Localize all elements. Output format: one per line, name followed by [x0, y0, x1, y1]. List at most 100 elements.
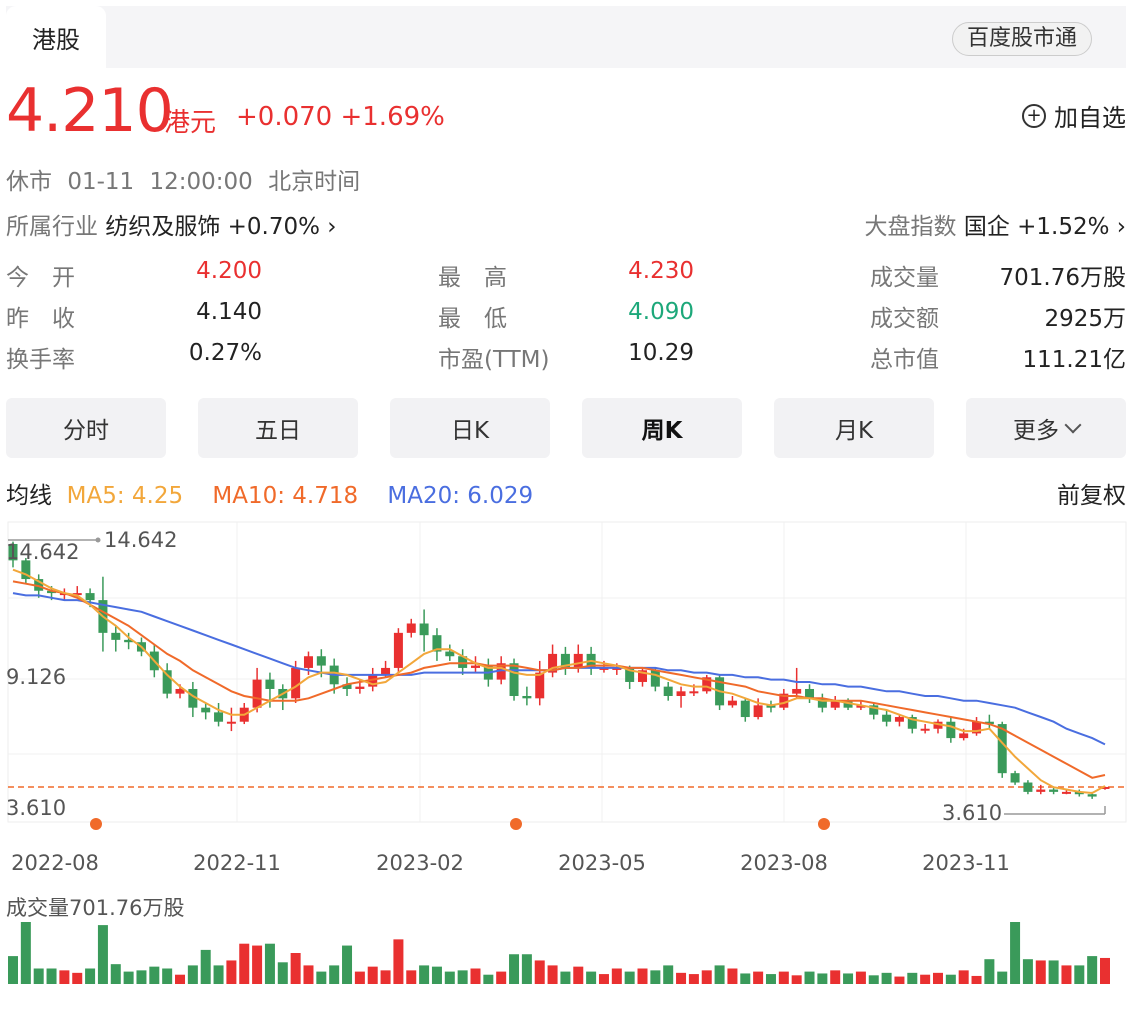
- volume-bar: [740, 973, 751, 984]
- volume-bar: [637, 968, 648, 984]
- candle-body: [1010, 773, 1020, 783]
- period-tab[interactable]: 分时: [6, 398, 166, 458]
- volume-bar: [1061, 965, 1072, 984]
- candle-body: [573, 653, 583, 668]
- candle-body: [920, 728, 930, 731]
- volume-bar: [277, 962, 288, 984]
- volume-bar: [509, 954, 520, 984]
- volume-bar: [945, 974, 956, 984]
- volume-bar: [997, 971, 1008, 984]
- period-tab-label: 更多: [1013, 418, 1059, 444]
- index-change: +1.52%: [1017, 214, 1110, 240]
- volume-bar: [1048, 960, 1059, 984]
- status-time: 01-11 12:00:00: [67, 169, 253, 195]
- volume-bar: [342, 945, 353, 984]
- volume-bar: [444, 971, 455, 984]
- candle-body: [509, 663, 519, 696]
- volume-bar: [727, 968, 738, 984]
- volume-bar: [611, 968, 622, 984]
- volume-bar: [316, 971, 327, 984]
- change-value: +0.070: [236, 102, 333, 132]
- industry-label: 所属行业: [6, 214, 98, 240]
- volume-bar: [393, 939, 404, 984]
- volume-bar: [778, 971, 789, 984]
- candle-body: [1036, 789, 1046, 792]
- tab-hk-stocks[interactable]: 港股: [6, 6, 106, 68]
- stat-label: 最 低: [438, 306, 507, 332]
- volume-label: 成交量701.76万股: [6, 896, 184, 920]
- volume-bar: [354, 971, 365, 984]
- volume-bar: [1100, 957, 1110, 984]
- volume-bar: [1035, 960, 1046, 984]
- chevron-right-icon: ›: [1116, 214, 1126, 240]
- volume-bar: [598, 974, 609, 984]
- candle-body: [522, 695, 532, 699]
- period-tab-label: 周K: [641, 418, 683, 444]
- period-tab[interactable]: 更多: [966, 398, 1126, 458]
- stat-value: 701.76万股: [999, 265, 1126, 291]
- stat-label: 总市值: [870, 347, 939, 373]
- market-status: 休市 01-11 12:00:00 北京时间: [6, 162, 360, 196]
- candle-body: [355, 686, 365, 689]
- market-index-link[interactable]: 大盘指数 国企 +1.52% ›: [865, 207, 1126, 241]
- x-tick-label: 2023-08: [740, 851, 828, 875]
- volume-bar: [46, 968, 57, 984]
- kline-chart[interactable]: 14.642 9.126 3.610 14.642 3.610 2022-08 2022-1…: [0, 514, 1144, 1014]
- volume-bar: [676, 972, 687, 984]
- period-tab[interactable]: 周K: [582, 398, 742, 458]
- volume-bar: [187, 965, 198, 984]
- volume-bar: [650, 970, 661, 984]
- volume-bar: [72, 972, 83, 984]
- stat-value: 4.090: [628, 299, 694, 325]
- volume-bar: [33, 968, 44, 984]
- volume-bar: [1022, 959, 1033, 984]
- chart-frame: [7, 521, 1127, 823]
- candle-body: [727, 700, 737, 706]
- index-name: 国企: [963, 214, 1010, 240]
- volume-bar: [804, 971, 815, 984]
- volume-bar: [470, 968, 481, 984]
- candle-body: [445, 651, 455, 657]
- y-tick-label: 14.642: [6, 540, 79, 564]
- add-favorite-button[interactable]: + 加自选: [1022, 98, 1126, 133]
- volume-bar: [162, 968, 173, 984]
- period-tab[interactable]: 日K: [390, 398, 550, 458]
- candle-body: [792, 688, 802, 694]
- volume-bar: [907, 972, 918, 984]
- volume-bar: [663, 965, 674, 984]
- volume-bar: [971, 975, 982, 984]
- volume-bar: [920, 974, 931, 984]
- volume-bar: [843, 973, 854, 984]
- volume-bar: [303, 965, 314, 984]
- candle-body: [740, 700, 750, 718]
- adjust-type-button[interactable]: 前复权: [1057, 476, 1126, 510]
- ma5-label: MA5: 4.25: [66, 483, 184, 509]
- candle-body: [393, 632, 403, 668]
- volume-bar: [149, 966, 160, 984]
- volume-bar: [701, 970, 712, 984]
- industry-link[interactable]: 所属行业 纺织及服饰 +0.70% ›: [6, 207, 336, 241]
- period-tab[interactable]: 五日: [198, 398, 358, 458]
- volume-bar: [560, 971, 571, 984]
- status-timezone: 北京时间: [268, 169, 361, 195]
- candle-body: [1023, 782, 1033, 792]
- candle-body: [1087, 794, 1097, 797]
- x-tick-label: 2023-11: [922, 851, 1010, 875]
- current-price: 4.210: [6, 76, 174, 146]
- volume-bar: [521, 954, 532, 984]
- candle-body: [316, 656, 326, 666]
- candle-body: [111, 632, 121, 640]
- volume-bar: [380, 970, 391, 984]
- candle-body: [470, 665, 480, 668]
- period-tab[interactable]: 月K: [774, 398, 934, 458]
- event-dot: [510, 818, 522, 830]
- volume-bar: [753, 971, 764, 984]
- candle-body: [406, 623, 416, 633]
- stat-value: 111.21亿: [1022, 347, 1126, 373]
- volume-bar: [765, 974, 776, 984]
- baidu-stock-button[interactable]: 百度股市通: [951, 22, 1092, 56]
- volume-bar: [984, 959, 995, 984]
- candle-body: [1061, 791, 1071, 794]
- x-tick-label: 2023-05: [558, 851, 646, 875]
- stat-label: 市盈(TTM): [438, 347, 550, 373]
